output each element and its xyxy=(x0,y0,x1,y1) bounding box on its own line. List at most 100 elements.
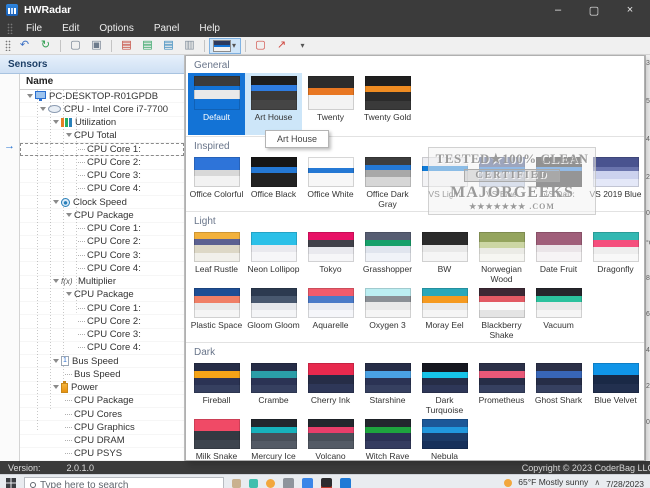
tree-row-cpu-cores[interactable]: CPU Cores xyxy=(20,408,184,421)
tree-row-cpu-core-4[interactable]: CPU Core 4: xyxy=(20,342,184,355)
taskbar-app-dark-icon[interactable] xyxy=(321,478,332,488)
menu-item-help[interactable]: Help xyxy=(189,21,230,36)
theme-item-vs-2019-blue[interactable]: VS 2019 Blue xyxy=(587,154,644,210)
theme-item-vs-dark[interactable]: VS Dark xyxy=(530,154,587,210)
tree-row-cpu-psys[interactable]: CPU PSYS xyxy=(20,448,184,461)
tree-row-cpu-core-1[interactable]: CPU Core 1: xyxy=(20,302,184,315)
menu-item-options[interactable]: Options xyxy=(89,21,143,36)
refresh-button[interactable]: ↻ xyxy=(35,38,56,54)
taskbar-app-people-icon[interactable] xyxy=(283,478,294,488)
red-frame-button[interactable]: ▢ xyxy=(250,38,271,54)
theme-item-ghost-shark[interactable]: Ghost Shark xyxy=(530,360,587,416)
screenshot-button[interactable]: ▣ xyxy=(86,38,107,54)
theme-item-art-house[interactable]: Art House xyxy=(245,73,302,135)
expander-icon[interactable] xyxy=(65,131,74,140)
theme-item-aquarelle[interactable]: Aquarelle xyxy=(302,285,359,341)
expander-icon[interactable] xyxy=(39,105,48,114)
theme-item-vs-blue[interactable]: VS Blue xyxy=(473,154,530,210)
menu-item-file[interactable]: File xyxy=(16,21,52,36)
minimize-button[interactable]: – xyxy=(552,4,564,17)
expander-icon[interactable] xyxy=(52,118,61,127)
theme-item-bw[interactable]: BW xyxy=(416,229,473,285)
tree-row-cpu-core-4[interactable]: CPU Core 4: xyxy=(20,183,184,196)
tree-row-cpu-core-4[interactable]: CPU Core 4: xyxy=(20,262,184,275)
toolbar-overflow-button[interactable]: ▾ xyxy=(292,38,313,54)
theme-item-default[interactable]: Default xyxy=(188,73,245,135)
tree-row-cpu-core-1[interactable]: CPU Core 1: xyxy=(20,223,184,236)
theme-item-twenty-gold[interactable]: Twenty Gold xyxy=(359,73,416,135)
taskbar-search-input[interactable]: Type here to search xyxy=(24,477,224,488)
theme-item-norwegian-wood[interactable]: Norwegian Wood xyxy=(473,229,530,285)
tree-row-bus-speed[interactable]: 1 Bus Speed xyxy=(20,355,184,368)
theme-item-oxygen-3[interactable]: Oxygen 3 xyxy=(359,285,416,341)
expander-icon[interactable] xyxy=(26,92,35,101)
taskbar-app-hwradar-icon[interactable] xyxy=(340,478,351,488)
theme-item-vs-light[interactable]: VS Light xyxy=(416,154,473,210)
theme-item-blackberry-shake[interactable]: Blackberry Shake xyxy=(473,285,530,341)
tree-row-cpu-core-1[interactable]: CPU Core 1: xyxy=(20,143,184,157)
pop-out-button[interactable]: ↗ xyxy=(271,38,292,54)
menu-item-edit[interactable]: Edit xyxy=(52,21,89,36)
theme-item-nebula[interactable]: Nebula xyxy=(416,416,473,460)
tree-row-cpu-core-2[interactable]: CPU Core 2: xyxy=(20,156,184,169)
theme-item-cherry-ink[interactable]: Cherry Ink xyxy=(302,360,359,416)
export-3d-button[interactable]: ▤ xyxy=(158,38,179,54)
theme-item-prometheus[interactable]: Prometheus xyxy=(473,360,530,416)
theme-item-moray-eel[interactable]: Moray Eel xyxy=(416,285,473,341)
tree-row-pc-desktop-r01gpdb[interactable]: PC-DESKTOP-R01GPDB xyxy=(20,90,184,103)
tree-row-cpu-core-3[interactable]: CPU Core 3: xyxy=(20,329,184,342)
tree-row-clock-speed[interactable]: Clock Speed xyxy=(20,196,184,209)
panel-view-button[interactable]: ▢ xyxy=(65,38,86,54)
theme-item-office-colorful[interactable]: Office Colorful xyxy=(188,154,245,210)
tree-column-header[interactable]: Name xyxy=(20,74,184,90)
theme-item-vacuum[interactable]: Vacuum xyxy=(530,285,587,341)
theme-picker-button[interactable]: ▾ xyxy=(209,37,241,54)
theme-item-blue-velvet[interactable]: Blue Velvet xyxy=(587,360,644,416)
export-db-button[interactable]: ▥ xyxy=(179,38,200,54)
weather-text[interactable]: 65°F Mostly sunny xyxy=(518,477,588,487)
theme-item-office-dark-gray[interactable]: Office Dark Gray xyxy=(359,154,416,210)
theme-item-office-black[interactable]: Office Black xyxy=(245,154,302,210)
theme-item-dragonfly[interactable]: Dragonfly xyxy=(587,229,644,285)
tree-row-cpu-core-3[interactable]: CPU Core 3: xyxy=(20,170,184,183)
tree-row-cpu-graphics[interactable]: CPU Graphics xyxy=(20,421,184,434)
undo-button[interactable]: ↶ xyxy=(14,38,35,54)
expander-icon[interactable] xyxy=(65,290,74,299)
theme-item-plastic-space[interactable]: Plastic Space xyxy=(188,285,245,341)
tree-row-cpu-core-2[interactable]: CPU Core 2: xyxy=(20,315,184,328)
theme-item-grasshopper[interactable]: Grasshopper xyxy=(359,229,416,285)
expander-icon[interactable] xyxy=(52,383,61,392)
theme-item-milk-snake[interactable]: Milk Snake xyxy=(188,416,245,460)
theme-item-starshine[interactable]: Starshine xyxy=(359,360,416,416)
theme-item-office-white[interactable]: Office White xyxy=(302,154,359,210)
expander-icon[interactable] xyxy=(65,211,74,220)
tree-row-cpu-core-2[interactable]: CPU Core 2: xyxy=(20,236,184,249)
expander-icon[interactable] xyxy=(52,198,61,207)
tray-expand-icon[interactable]: ∧ xyxy=(594,478,600,487)
tree-row-cpu-core-3[interactable]: CPU Core 3: xyxy=(20,249,184,262)
taskbar-app-browser-icon[interactable] xyxy=(302,478,313,488)
tree-row-cpu-package[interactable]: CPU Package xyxy=(20,289,184,302)
close-button[interactable]: × xyxy=(624,4,636,17)
menu-item-panel[interactable]: Panel xyxy=(144,21,190,36)
expander-icon[interactable] xyxy=(52,277,61,286)
theme-item-gloom-gloom[interactable]: Gloom Gloom xyxy=(245,285,302,341)
theme-item-volcano[interactable]: Volcano xyxy=(302,416,359,460)
theme-item-witch-rave[interactable]: Witch Rave xyxy=(359,416,416,460)
export-pdf-button[interactable]: ▤ xyxy=(116,38,137,54)
theme-item-mercury-ice[interactable]: Mercury Ice xyxy=(245,416,302,460)
theme-item-fireball[interactable]: Fireball xyxy=(188,360,245,416)
tree-row-cpu-package[interactable]: CPU Package xyxy=(20,209,184,222)
tree-row-cpu-dram[interactable]: CPU DRAM xyxy=(20,435,184,448)
export-excel-button[interactable]: ▤ xyxy=(137,38,158,54)
tree-row-cpu-package[interactable]: CPU Package xyxy=(20,395,184,408)
taskbar-date[interactable]: 7/28/2023 xyxy=(606,479,644,488)
windows-start-icon[interactable] xyxy=(6,478,16,488)
tree-row-bus-speed[interactable]: Bus Speed xyxy=(20,368,184,381)
tree-row-power[interactable]: Power xyxy=(20,381,184,395)
theme-item-dark-turquoise[interactable]: Dark Turquoise xyxy=(416,360,473,416)
tree-row-cpu-intel-core-i7-7700[interactable]: CPU - Intel Core i7-7700 xyxy=(20,103,184,116)
theme-item-neon-lollipop[interactable]: Neon Lollipop xyxy=(245,229,302,285)
expander-icon[interactable] xyxy=(52,357,61,366)
tree-row-utilization[interactable]: Utilization xyxy=(20,117,184,130)
